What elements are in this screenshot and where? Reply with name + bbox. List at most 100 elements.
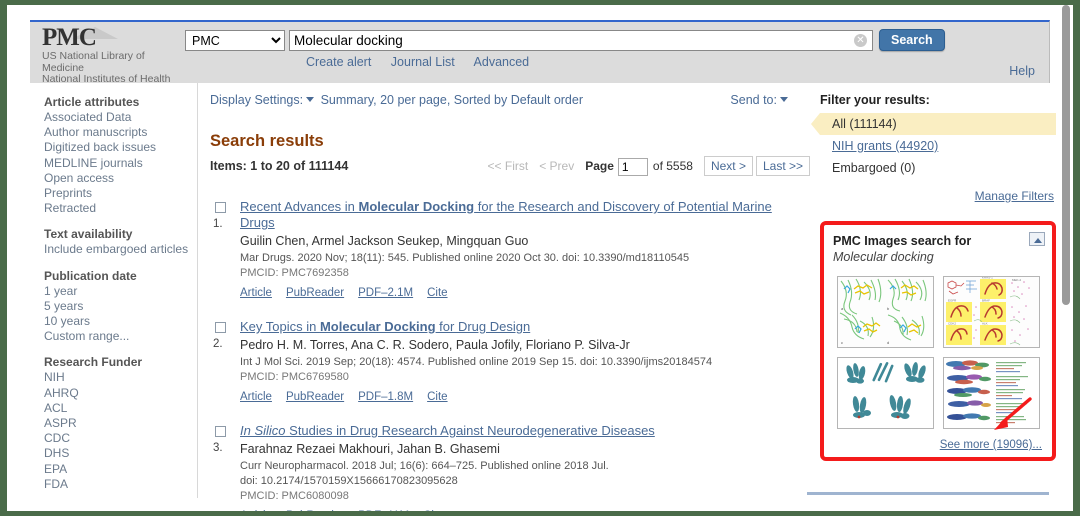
- next-page-button[interactable]: Next >: [703, 156, 753, 176]
- images-panel-title: PMC Images search for Molecular docking: [833, 233, 1043, 265]
- manage-filters-link[interactable]: Manage Filters: [975, 189, 1054, 203]
- page-total: of 5558: [652, 159, 693, 173]
- sidebar-item-epa[interactable]: EPA: [44, 462, 197, 477]
- result-title-link[interactable]: In Silico Studies in Drug Research Again…: [240, 423, 810, 439]
- filter-row-nih-grants[interactable]: NIH grants (44920): [820, 135, 1056, 157]
- display-summary-text[interactable]: Summary, 20 per page, Sorted by Default …: [321, 93, 583, 107]
- result-number: 2.: [213, 338, 223, 350]
- cite-link[interactable]: Cite: [423, 510, 443, 511]
- page-label: Page: [585, 159, 614, 173]
- result-title-link[interactable]: Recent Advances in Molecular Docking for…: [240, 199, 810, 231]
- journal-list-link[interactable]: Journal List: [391, 55, 455, 69]
- pdf-link[interactable]: PDF–2.1M: [358, 287, 413, 299]
- article-link[interactable]: Article: [240, 391, 272, 403]
- filter-group-publication-date: Publication date 1 year 5 years 10 years…: [44, 269, 197, 345]
- pmc-logo-text: PMC: [42, 24, 97, 51]
- advanced-link[interactable]: Advanced: [474, 55, 530, 69]
- result-links: Article PubReader PDF–11M Cite: [240, 506, 810, 511]
- sidebar-item-associated-data[interactable]: Associated Data: [44, 110, 197, 125]
- yellow-highlighted-molecule-panels-thumbnail[interactable]: KRAS-1 MEK-2 EGFR BRAF CDK2 ALK: [942, 276, 1040, 348]
- title-part-highlight: Molecular Docking: [358, 199, 475, 214]
- title-part-post: for Drug Design: [435, 319, 531, 334]
- filter-sidebar: Article attributes Associated Data Autho…: [30, 83, 198, 498]
- article-link[interactable]: Article: [240, 510, 272, 511]
- article-link[interactable]: Article: [240, 287, 272, 299]
- sidebar-item-preprints[interactable]: Preprints: [44, 186, 197, 201]
- sidebar-item-dhs[interactable]: DHS: [44, 446, 197, 461]
- sidebar-item-5-years[interactable]: 5 years: [44, 299, 197, 314]
- result-item: 2. Key Topics in Molecular Docking for D…: [210, 319, 810, 405]
- sidebar-item-open-access[interactable]: Open access: [44, 171, 197, 186]
- display-settings-label: Display Settings:: [210, 93, 304, 107]
- svg-text:d: d: [887, 340, 889, 345]
- help-link-wrap: Help: [1009, 64, 1035, 78]
- database-select[interactable]: PMC: [185, 30, 285, 51]
- sidebar-item-digitized-back-issues[interactable]: Digitized back issues: [44, 140, 197, 155]
- sidebar-item-author-manuscripts[interactable]: Author manuscripts: [44, 125, 197, 140]
- send-to-button[interactable]: Send to:: [730, 93, 788, 107]
- display-settings-button[interactable]: Display Settings:: [210, 93, 318, 107]
- result-item: 1. Recent Advances in Molecular Docking …: [210, 199, 810, 301]
- result-checkbox[interactable]: [215, 426, 226, 437]
- filter-row-label: All (111144): [832, 117, 897, 131]
- protein-ligand-green-ribbon-thumbnail[interactable]: a b c d: [836, 276, 934, 348]
- search-box[interactable]: ✕: [289, 30, 873, 51]
- pmc-logo-block[interactable]: PMC US National Library of Medicine Nati…: [42, 24, 192, 86]
- result-number: 1.: [213, 218, 223, 230]
- page-title: Search results: [210, 132, 324, 150]
- result-checkbox[interactable]: [215, 322, 226, 333]
- last-page-button[interactable]: Last >>: [755, 156, 810, 176]
- title-part-highlight: Molecular Docking: [319, 319, 436, 334]
- filter-row-all[interactable]: All (111144): [811, 113, 1056, 135]
- nlm-line-1: US National Library of: [42, 50, 145, 62]
- create-alert-link[interactable]: Create alert: [306, 55, 371, 69]
- browser-viewport: PMC US National Library of Medicine Nati…: [7, 5, 1073, 511]
- page-number-input[interactable]: [617, 157, 648, 176]
- cite-link[interactable]: Cite: [427, 287, 447, 299]
- svg-text:MEK-2: MEK-2: [1012, 278, 1022, 282]
- pdf-link[interactable]: PDF–1.8M: [358, 391, 413, 403]
- sidebar-item-acl[interactable]: ACL: [44, 401, 197, 416]
- pdf-link[interactable]: PDF–11M: [358, 510, 409, 511]
- result-title-link[interactable]: Key Topics in Molecular Docking for Drug…: [240, 319, 810, 335]
- svg-text:CDK2: CDK2: [948, 322, 956, 326]
- help-link[interactable]: Help: [1009, 64, 1035, 78]
- sidebar-item-1-year[interactable]: 1 year: [44, 284, 197, 299]
- sidebar-item-10-years[interactable]: 10 years: [44, 314, 197, 329]
- filter-row-label[interactable]: NIH grants (44920): [832, 139, 938, 153]
- sidebar-item-custom-range[interactable]: Custom range...: [44, 329, 197, 344]
- multicolor-alignment-bands-thumbnail[interactable]: [942, 357, 1040, 429]
- images-panel-title-prefix: PMC Images search for: [833, 234, 972, 248]
- sidebar-item-ahrq[interactable]: AHRQ: [44, 386, 197, 401]
- result-checkbox[interactable]: [215, 202, 226, 213]
- svg-text:c: c: [841, 340, 843, 345]
- title-part-pre: Recent Advances in: [240, 199, 359, 214]
- sidebar-item-medline-journals[interactable]: MEDLINE journals: [44, 156, 197, 171]
- search-button[interactable]: Search: [879, 29, 945, 51]
- sidebar-item-include-embargoed[interactable]: Include embargoed articles: [44, 242, 197, 257]
- pubreader-link[interactable]: PubReader: [286, 510, 344, 511]
- manage-filters-wrap: Manage Filters: [820, 189, 1056, 203]
- title-part-italic: In Silico: [240, 423, 286, 438]
- sidebar-item-fda[interactable]: FDA: [44, 477, 197, 492]
- svg-text:EGFR: EGFR: [948, 299, 957, 303]
- sidebar-item-retracted[interactable]: Retracted: [44, 201, 197, 216]
- pubreader-link[interactable]: PubReader: [286, 287, 344, 299]
- collapse-caret-icon[interactable]: [1029, 232, 1045, 246]
- items-row: Items: 1 to 20 of 111144 << First < Prev P…: [210, 156, 810, 181]
- filter-group-heading: Article attributes: [44, 95, 140, 109]
- clear-search-icon[interactable]: ✕: [854, 34, 867, 47]
- sidebar-item-nih[interactable]: NIH: [44, 370, 197, 385]
- filter-row-embargoed[interactable]: Embargoed (0): [820, 157, 1056, 179]
- sidebar-item-cdc[interactable]: CDC: [44, 431, 197, 446]
- result-authors: Farahnaz Rezaei Makhouri, Jahan B. Ghase…: [240, 442, 500, 456]
- scrollbar-thumb[interactable]: [1062, 5, 1070, 305]
- page-scrollbar[interactable]: [1059, 5, 1073, 511]
- teal-protein-structures-thumbnail[interactable]: [836, 357, 934, 429]
- cite-link[interactable]: Cite: [427, 391, 447, 403]
- pubreader-link[interactable]: PubReader: [286, 391, 344, 403]
- search-input[interactable]: [290, 31, 850, 50]
- sidebar-item-aspr[interactable]: ASPR: [44, 416, 197, 431]
- see-more-images-link[interactable]: See more (19096)...: [940, 439, 1042, 451]
- chevron-down-icon: [780, 97, 788, 102]
